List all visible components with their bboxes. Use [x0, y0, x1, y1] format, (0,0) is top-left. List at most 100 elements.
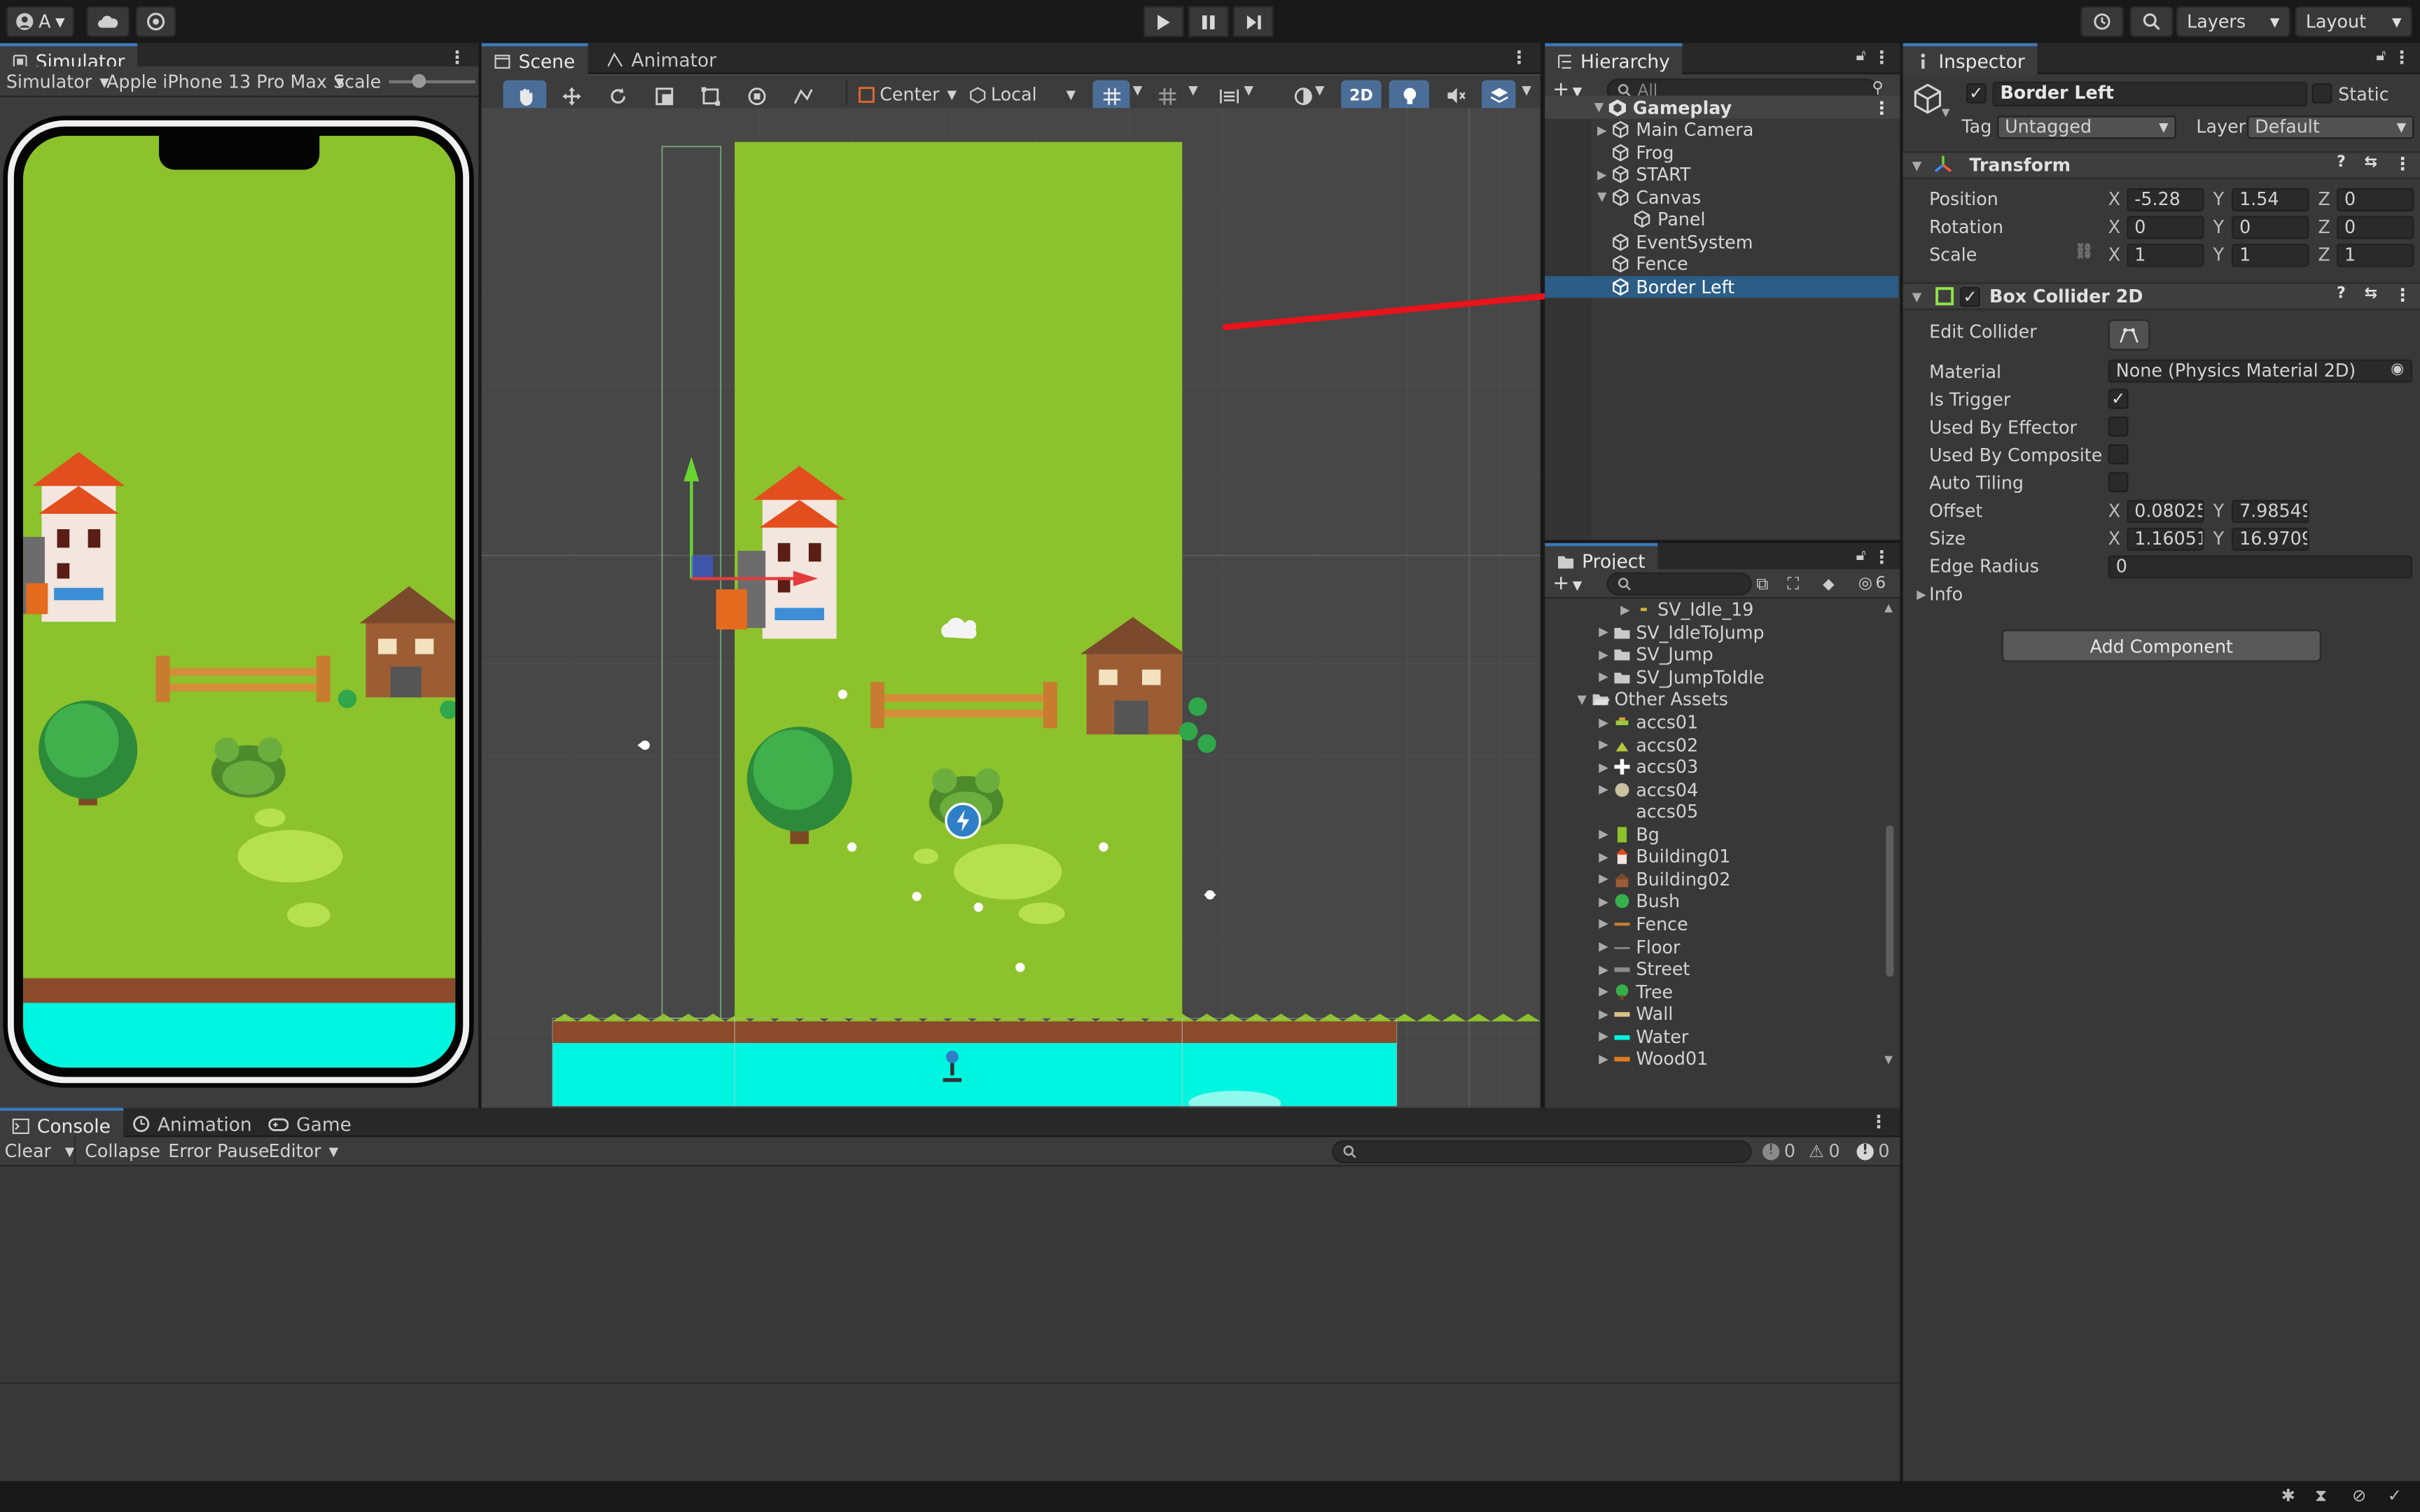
box-collider-header[interactable]: ▼ ✓ Box Collider 2D ? ⇆ ⋮	[1903, 282, 2420, 311]
static-checkbox[interactable]	[2311, 83, 2332, 104]
scale-slider-thumb[interactable]	[412, 74, 426, 88]
project-item[interactable]: ▶ SV_Idle_19	[1545, 598, 1884, 621]
project-item[interactable]: ▶ Bg	[1545, 823, 1884, 846]
clear-dropdown[interactable]: Clear ▼	[5, 1139, 75, 1163]
transform-header[interactable]: ▼ Transform ? ⇆ ⋮	[1903, 151, 2420, 179]
position-y-axis-label[interactable]: Y	[2213, 188, 2224, 210]
scale-z-axis-label[interactable]: Z	[2318, 244, 2330, 265]
space-dropdown[interactable]: Local ▼	[969, 82, 1076, 106]
lock-icon[interactable]: 🔓︎	[1856, 547, 1865, 564]
effects-button[interactable]	[1481, 80, 1516, 111]
layers-dropdown[interactable]: Layers ▼	[2176, 6, 2290, 37]
move-tool-button[interactable]	[550, 80, 593, 111]
scale-slider-track[interactable]	[389, 80, 475, 84]
expand-right-icon[interactable]: ▶	[1593, 168, 1611, 182]
project-item[interactable]: accs05	[1545, 801, 1884, 823]
scale-y-axis-label[interactable]: Y	[2213, 244, 2224, 265]
chevron-down-icon[interactable]: ▼	[1942, 106, 1950, 119]
position-z-axis-label[interactable]: Z	[2318, 188, 2330, 210]
is-trigger-checkbox[interactable]: ✓	[2108, 388, 2129, 410]
search-button[interactable]	[2129, 6, 2174, 37]
used-by-composite-checkbox[interactable]	[2108, 444, 2129, 465]
panel-menu-icon[interactable]: ⋮	[2393, 46, 2410, 68]
size-x-axis-label[interactable]: X	[2108, 528, 2120, 550]
project-item[interactable]: ▶ Bush	[1545, 890, 1884, 913]
rotation-y-field[interactable]: 0	[2232, 216, 2309, 239]
project-item[interactable]: ▶ Building01	[1545, 846, 1884, 868]
active-checkbox[interactable]: ✓	[1966, 83, 1987, 104]
panel-menu-icon[interactable]: ⋮	[1870, 1111, 1887, 1133]
chevron-down-icon[interactable]: ▼	[1188, 83, 1198, 97]
project-item[interactable]: ▶ Tree	[1545, 980, 1884, 1002]
collider-enabled-checkbox[interactable]: ✓	[1960, 286, 1980, 307]
hand-tool-button[interactable]	[503, 80, 547, 111]
pause-button[interactable]	[1188, 6, 1229, 37]
collapse-button[interactable]: Collapse	[85, 1139, 160, 1163]
size-x-field[interactable]: 1.160513	[2127, 527, 2204, 551]
tag-dropdown[interactable]: Untagged ▼	[1997, 115, 2176, 139]
layout-dropdown[interactable]: Layout ▼	[2295, 6, 2412, 37]
hierarchy-item[interactable]: ▶ START	[1545, 164, 1898, 186]
editor-dropdown[interactable]: Editor ▼	[269, 1139, 339, 1163]
expand-down-icon[interactable]: ▼	[1573, 692, 1591, 706]
expand-right-icon[interactable]: ▶	[1594, 625, 1613, 639]
error-pause-button[interactable]: Error Pause	[168, 1139, 269, 1163]
chevron-down-icon[interactable]: ▼	[1133, 83, 1143, 97]
project-item[interactable]: ▶ Water	[1545, 1025, 1884, 1047]
scene-root-row[interactable]: ▼ Gameplay ⋮	[1545, 95, 1900, 119]
panel-menu-icon[interactable]: ⋮	[1510, 46, 1528, 68]
panel-menu-icon[interactable]: ⋮	[1873, 46, 1891, 68]
console-splitter[interactable]	[0, 1382, 1900, 1385]
hierarchy-item[interactable]: Panel	[1545, 209, 1898, 231]
hierarchy-item[interactable]: Fence	[1545, 253, 1898, 275]
tab-console[interactable]: Console	[0, 1107, 123, 1140]
link-icon[interactable]: ⛓	[2074, 244, 2094, 260]
scroll-up-icon[interactable]: ▲	[1884, 602, 1893, 615]
search-by-label-icon[interactable]: ⛶	[1787, 574, 1799, 596]
object-name-field[interactable]: Border Left	[1992, 81, 2308, 107]
layer-dropdown[interactable]: Default ▼	[2247, 115, 2414, 139]
project-item[interactable]: ▶ Wood01	[1545, 1048, 1884, 1068]
create-asset-button[interactable]: + ▼	[1552, 573, 1582, 596]
project-item[interactable]: ▶ Street	[1545, 958, 1884, 980]
expand-right-icon[interactable]: ▶	[1594, 1030, 1613, 1044]
lock-icon[interactable]: 🔓︎	[1856, 48, 1865, 64]
project-item[interactable]: ▶ SV_IdleToJump	[1545, 621, 1884, 643]
offset-x-field[interactable]: 0.08025	[2127, 500, 2204, 524]
hierarchy-item[interactable]: EventSystem	[1545, 231, 1898, 253]
step-button[interactable]	[1233, 6, 1274, 37]
pivot-dropdown[interactable]: Center ▼	[858, 82, 957, 106]
expand-right-icon[interactable]: ▶	[1594, 738, 1613, 752]
rotation-x-axis-label[interactable]: X	[2108, 216, 2120, 238]
hierarchy-item[interactable]: ▶ Main Camera	[1545, 119, 1898, 141]
tab-game[interactable]: Game	[256, 1108, 364, 1140]
position-y-field[interactable]: 1.54	[2232, 188, 2309, 211]
hierarchy-item[interactable]: Border Left	[1545, 275, 1899, 298]
material-field[interactable]: None (Physics Material 2D)	[2108, 359, 2412, 383]
error-filter-toggle[interactable]: ! 0	[1856, 1139, 1890, 1163]
project-item[interactable]: ▶ Wall	[1545, 1002, 1884, 1025]
help-icon[interactable]: ?	[2337, 154, 2346, 171]
panel-menu-icon[interactable]: ⋮	[1873, 546, 1891, 568]
tag-icon[interactable]: ⬥	[1823, 574, 1835, 596]
hierarchy-item[interactable]: Frog	[1545, 141, 1898, 164]
project-item[interactable]: ▶ SV_Jump	[1545, 643, 1884, 666]
expand-right-icon[interactable]: ▶	[1594, 715, 1613, 729]
expand-right-icon[interactable]: ▶	[1594, 962, 1613, 976]
rotation-z-axis-label[interactable]: Z	[2318, 216, 2330, 238]
edge-radius-field[interactable]: 0	[2108, 555, 2412, 579]
custom-tool-button[interactable]	[781, 80, 824, 111]
tab-animator[interactable]: Animator	[594, 43, 729, 76]
warning-filter-toggle[interactable]: ⚠ 0	[1809, 1139, 1840, 1163]
rotation-y-axis-label[interactable]: Y	[2213, 216, 2224, 238]
expand-right-icon[interactable]: ▶	[1594, 872, 1613, 886]
expand-right-icon[interactable]: ▶	[1594, 783, 1613, 797]
component-menu-icon[interactable]: ⋮	[2394, 284, 2412, 306]
lighting-button[interactable]	[1389, 80, 1429, 111]
scroll-down-icon[interactable]: ▼	[1884, 1054, 1893, 1066]
rotation-x-field[interactable]: 0	[2127, 216, 2204, 239]
tab-inspector[interactable]: Inspector	[1903, 43, 2038, 76]
hidden-packages-toggle[interactable]: ◎ 6	[1858, 574, 1886, 592]
console-search-input[interactable]	[1332, 1140, 1752, 1163]
chevron-down-icon[interactable]: ▼	[1315, 83, 1325, 97]
